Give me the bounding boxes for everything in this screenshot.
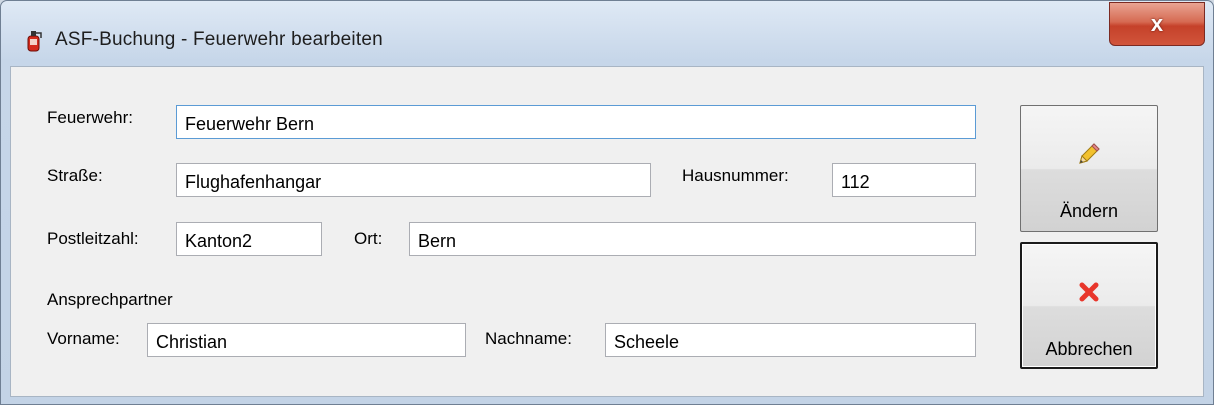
dialog-content: Feuerwehr: Straße: Hausnummer: Postleitz…	[10, 66, 1204, 397]
pencil-icon	[1074, 139, 1104, 169]
aendern-label: Ändern	[1059, 201, 1119, 221]
ort-input[interactable]	[409, 222, 976, 256]
abbrechen-label: Abbrechen	[1045, 339, 1133, 359]
vorname-input[interactable]	[147, 323, 466, 357]
feuerwehr-label: Feuerwehr:	[47, 108, 133, 127]
nachname-input[interactable]	[605, 323, 976, 357]
postleitzahl-input[interactable]	[176, 222, 322, 256]
ort-label: Ort:	[354, 229, 383, 248]
strasse-input[interactable]	[176, 163, 651, 197]
vorname-label: Vorname:	[47, 329, 120, 348]
hausnummer-input[interactable]	[832, 163, 976, 197]
ansprechpartner-heading: Ansprechpartner	[47, 290, 173, 309]
close-x-icon	[1074, 277, 1104, 307]
strasse-label: Straße:	[47, 166, 103, 185]
fire-extinguisher-icon	[27, 31, 42, 52]
dialog-window: ASF-Buchung - Feuerwehr bearbeiten x Feu…	[0, 0, 1214, 405]
postleitzahl-label: Postleitzahl:	[47, 229, 139, 248]
window-title: ASF-Buchung - Feuerwehr bearbeiten	[55, 29, 383, 50]
close-icon: x	[1150, 11, 1164, 36]
feuerwehr-input[interactable]	[176, 105, 976, 139]
aendern-button[interactable]: Ändern	[1020, 105, 1158, 232]
abbrechen-button[interactable]: Abbrechen	[1020, 242, 1158, 369]
hausnummer-label: Hausnummer:	[682, 166, 789, 185]
title-bar[interactable]: ASF-Buchung - Feuerwehr bearbeiten x	[1, 1, 1213, 61]
nachname-label: Nachname:	[485, 329, 572, 348]
window-close-button[interactable]: x	[1109, 2, 1205, 46]
